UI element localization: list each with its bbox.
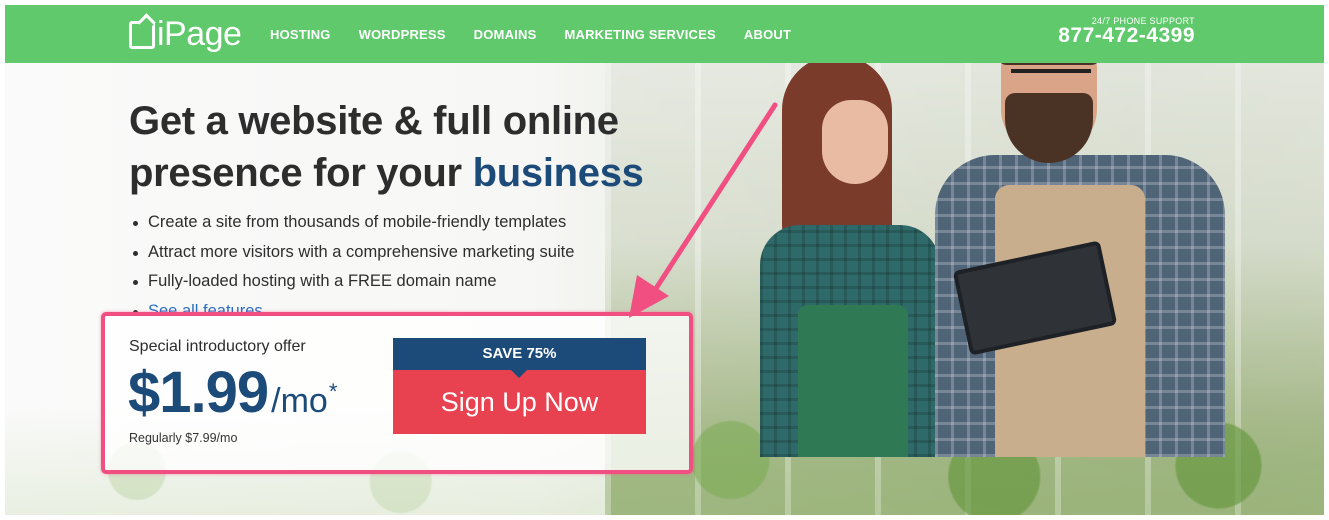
logo-text: iPage (157, 15, 242, 53)
feature-list: Create a site from thousands of mobile-f… (129, 208, 574, 326)
offer-price: $1.99 /mo * (128, 359, 337, 426)
man-photo (935, 5, 1225, 457)
nav-wordpress[interactable]: WORDPRESS (359, 27, 446, 42)
nav-marketing-services[interactable]: MARKETING SERVICES (564, 27, 715, 42)
sign-up-button[interactable]: Sign Up Now (393, 370, 646, 434)
nav-links: HOSTING WORDPRESS DOMAINS MARKETING SERV… (270, 27, 791, 42)
price-amount: $1.99 (128, 360, 269, 425)
top-nav: iPage HOSTING WORDPRESS DOMAINS MARKETIN… (5, 5, 1324, 63)
page: iPage HOSTING WORDPRESS DOMAINS MARKETIN… (5, 5, 1324, 515)
feature-item: Fully-loaded hosting with a FREE domain … (129, 267, 574, 297)
logo[interactable]: iPage (129, 15, 242, 54)
woman-photo (760, 55, 940, 457)
nav-hosting[interactable]: HOSTING (270, 27, 331, 42)
headline-accent: business (472, 151, 644, 195)
price-period: /mo (271, 382, 328, 420)
support-phone[interactable]: 877-472-4399 (1058, 25, 1195, 46)
offer-label: Special introductory offer (129, 338, 306, 355)
feature-item: Attract more visitors with a comprehensi… (129, 238, 574, 268)
headline-line-2: presence for your business (129, 151, 644, 195)
phone-support: 24/7 PHONE SUPPORT 877-472-4399 (1058, 16, 1195, 46)
price-asterisk: * (328, 379, 338, 404)
nav-domains[interactable]: DOMAINS (474, 27, 537, 42)
feature-item: Create a site from thousands of mobile-f… (129, 208, 574, 238)
headline-line-1: Get a website & full online (129, 99, 619, 143)
logo-icon (129, 20, 155, 49)
hero-headline: Get a website & full online presence for… (129, 95, 644, 199)
regular-price: Regularly $7.99/mo (129, 431, 238, 445)
save-badge: SAVE 75% (393, 338, 646, 378)
nav-about[interactable]: ABOUT (744, 27, 791, 42)
